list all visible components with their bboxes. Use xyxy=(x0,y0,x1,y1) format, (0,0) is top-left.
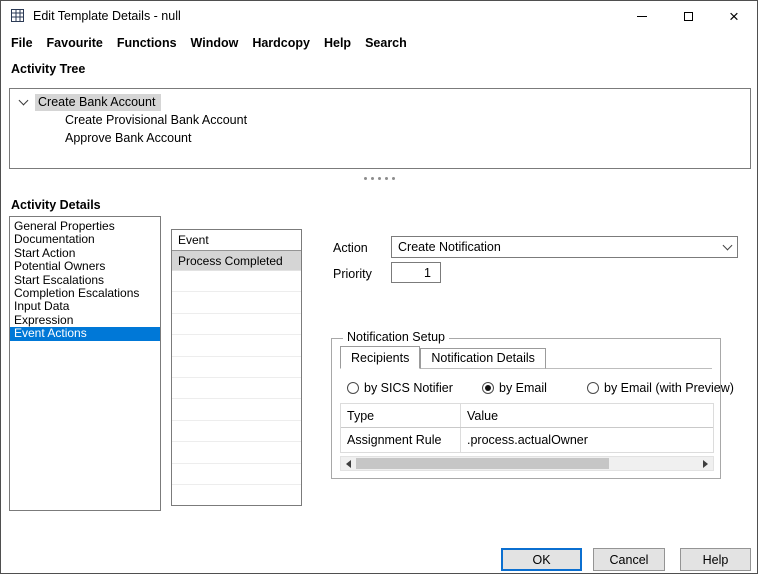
ok-button[interactable]: OK xyxy=(501,548,582,571)
radio-unchecked-icon xyxy=(347,382,359,394)
scroll-right-button[interactable] xyxy=(698,457,713,470)
action-dropdown[interactable]: Create Notification xyxy=(391,236,738,258)
recipients-table-header-row: Type Value xyxy=(341,404,713,428)
priority-label: Priority xyxy=(333,267,372,281)
event-row-process-completed[interactable]: Process Completed xyxy=(172,251,301,271)
radio-by-email-with-preview[interactable]: by Email (with Preview) xyxy=(587,381,734,395)
event-column-header: Event xyxy=(172,230,301,251)
notification-setup-group: Notification Setup Recipients Notificati… xyxy=(331,338,721,479)
menu-hardcopy[interactable]: Hardcopy xyxy=(252,36,310,50)
scroll-left-button[interactable] xyxy=(341,457,356,470)
maximize-button[interactable] xyxy=(665,1,711,31)
close-button[interactable]: × xyxy=(711,1,757,31)
list-item-expression[interactable]: Expression xyxy=(10,314,160,327)
horizontal-scrollbar[interactable] xyxy=(340,456,714,471)
event-empty-row xyxy=(172,314,301,335)
menu-help[interactable]: Help xyxy=(324,36,351,50)
event-empty-row xyxy=(172,378,301,399)
notification-setup-title: Notification Setup xyxy=(343,330,449,344)
event-empty-row xyxy=(172,357,301,378)
tree-node-approve-bank-account[interactable]: Approve Bank Account xyxy=(65,129,750,147)
event-empty-row xyxy=(172,292,301,313)
maximize-icon xyxy=(684,12,693,21)
list-item-general-properties[interactable]: General Properties xyxy=(10,220,160,233)
activity-details-label: Activity Details xyxy=(11,198,101,212)
edit-template-details-window: Edit Template Details - null × File Favo… xyxy=(0,0,758,574)
cell-type: Assignment Rule xyxy=(341,428,461,452)
tab-notification-details[interactable]: Notification Details xyxy=(420,348,546,369)
scrollbar-thumb[interactable] xyxy=(356,458,609,469)
menu-favourite[interactable]: Favourite xyxy=(47,36,103,50)
event-empty-row xyxy=(172,485,301,506)
event-list: Event Process Completed xyxy=(171,229,302,506)
list-item-documentation[interactable]: Documentation xyxy=(10,233,160,246)
menubar: File Favourite Functions Window Hardcopy… xyxy=(1,31,757,55)
close-icon: × xyxy=(729,8,739,25)
list-item-start-action[interactable]: Start Action xyxy=(10,247,160,260)
list-item-completion-escalations[interactable]: Completion Escalations xyxy=(10,287,160,300)
tree-node-create-provisional-bank-account[interactable]: Create Provisional Bank Account xyxy=(65,111,750,129)
radio-by-sics-notifier[interactable]: by SICS Notifier xyxy=(347,381,453,395)
table-row-assignment-rule[interactable]: Assignment Rule .process.actualOwner xyxy=(341,428,713,452)
event-empty-row xyxy=(172,399,301,420)
menu-window[interactable]: Window xyxy=(191,36,239,50)
recipient-type-radios: by SICS Notifier by Email by Email (with… xyxy=(347,381,714,395)
radio-checked-icon xyxy=(482,382,494,394)
minimize-icon xyxy=(637,16,647,17)
recipients-table: Type Value Assignment Rule .process.actu… xyxy=(340,403,714,453)
scrollbar-track[interactable] xyxy=(356,457,698,470)
window-controls: × xyxy=(619,1,757,31)
radio-by-email[interactable]: by Email xyxy=(482,381,547,395)
event-empty-row xyxy=(172,421,301,442)
column-header-type: Type xyxy=(341,404,461,427)
minimize-button[interactable] xyxy=(619,1,665,31)
column-header-value: Value xyxy=(461,404,713,427)
cell-value: .process.actualOwner xyxy=(461,428,713,452)
window-title: Edit Template Details - null xyxy=(33,9,181,23)
activity-tree-label: Activity Tree xyxy=(11,62,85,76)
radio-unchecked-icon xyxy=(587,382,599,394)
tree-node-create-bank-account[interactable]: Create Bank Account xyxy=(10,93,750,111)
event-empty-row xyxy=(172,335,301,356)
dropdown-arrow-icon xyxy=(723,240,733,250)
scroll-right-icon xyxy=(703,460,708,468)
radio-label: by Email xyxy=(499,381,547,395)
priority-input[interactable] xyxy=(391,262,441,283)
event-empty-row xyxy=(172,442,301,463)
radio-label: by SICS Notifier xyxy=(364,381,453,395)
chevron-down-icon[interactable] xyxy=(19,95,29,105)
menu-file[interactable]: File xyxy=(11,36,33,50)
tab-strip: Recipients Notification Details xyxy=(340,348,712,369)
action-dropdown-value: Create Notification xyxy=(398,240,501,254)
menu-functions[interactable]: Functions xyxy=(117,36,177,50)
splitter-handle[interactable] xyxy=(1,174,757,183)
help-button[interactable]: Help xyxy=(680,548,751,571)
list-item-event-actions[interactable]: Event Actions xyxy=(10,327,160,340)
cancel-button[interactable]: Cancel xyxy=(593,548,665,571)
tab-recipients[interactable]: Recipients xyxy=(340,346,420,369)
list-item-input-data[interactable]: Input Data xyxy=(10,300,160,313)
titlebar: Edit Template Details - null × xyxy=(1,1,757,31)
list-item-potential-owners[interactable]: Potential Owners xyxy=(10,260,160,273)
radio-label: by Email (with Preview) xyxy=(604,381,734,395)
app-icon xyxy=(10,8,26,24)
event-empty-row xyxy=(172,271,301,292)
menu-search[interactable]: Search xyxy=(365,36,407,50)
activity-tree-panel: Create Bank Account Create Provisional B… xyxy=(9,88,751,169)
activity-details-list: General Properties Documentation Start A… xyxy=(9,216,161,511)
event-empty-row xyxy=(172,464,301,485)
tree-node-label: Create Bank Account xyxy=(35,94,161,111)
action-label: Action xyxy=(333,241,368,255)
list-item-start-escalations[interactable]: Start Escalations xyxy=(10,274,160,287)
scroll-left-icon xyxy=(346,460,351,468)
